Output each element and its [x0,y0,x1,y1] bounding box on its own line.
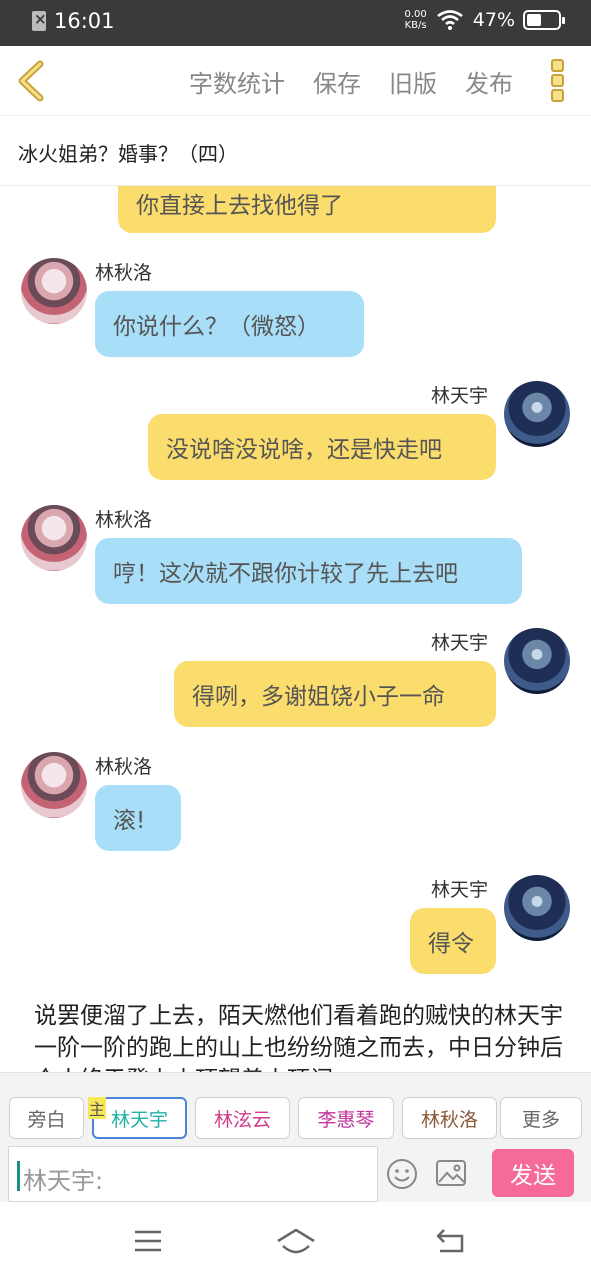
app-root: 16:01 0.00 KB/s 47% 字数统计 保存 旧版 [0,0,591,1280]
editor-toolbar: 字数统计 保存 旧版 发布 [0,46,591,116]
status-bar: 16:01 0.00 KB/s 47% [0,0,591,46]
publish-button[interactable]: 发布 [465,64,513,99]
status-right: 0.00 KB/s 47% [405,9,565,31]
text-cursor [17,1161,20,1191]
status-time: 16:01 [54,9,115,33]
role-chip-li-huiqin[interactable]: 李惠琴 [298,1097,394,1139]
wifi-icon [436,10,463,30]
system-nav-bar [0,1202,591,1280]
sender-name: 林天宇 [431,879,489,901]
emoji-icon[interactable] [386,1158,418,1190]
sender-name: 林秋洛 [95,756,153,778]
word-count-button[interactable]: 字数统计 [189,64,285,99]
role-chip-label: 旁白 [27,1108,66,1131]
battery-icon [523,10,565,30]
battery-percent: 47% [472,9,515,31]
message-text: 你直接上去找他得了 [136,192,343,219]
more-menu-icon[interactable] [551,59,567,105]
story-title[interactable]: 冰火姐弟？婚事？（四） [18,138,238,167]
message-text: 哼！这次就不跟你计较了先上去吧 [113,561,458,587]
role-chip-lin-xuanyun[interactable]: 林泫云 [195,1097,290,1139]
chat-area[interactable]: 你直接上去找他得了 林秋洛 你说什么？（微怒） 林天宇 没说啥没说啥，还是快走吧… [0,186,591,1072]
chat-bubble[interactable]: 得令 [410,908,496,974]
toolbar-actions: 字数统计 保存 旧版 发布 [161,64,513,99]
message-input[interactable]: 林天宇: [8,1146,378,1202]
avatar[interactable] [504,381,570,447]
chat-bubble[interactable]: 没说啥没说啥，还是快走吧 [148,414,496,480]
message-text: 得咧，多谢姐饶小子一命 [192,684,445,710]
main-character-badge: 主 [88,1097,106,1119]
back-arrow-icon[interactable] [14,58,50,104]
role-chip-narrator[interactable]: 旁白 [9,1097,84,1139]
network-speed-value: 0.00 [404,9,427,20]
back-nav-icon[interactable] [434,1228,466,1254]
network-speed: 0.00 KB/s [405,9,427,31]
role-chip-lin-qiuluo[interactable]: 林秋洛 [402,1097,497,1139]
message-text: 得令 [428,931,474,957]
role-chip-label: 林泫云 [213,1108,271,1131]
old-version-button[interactable]: 旧版 [389,64,437,99]
chat-bubble[interactable]: 你说什么？（微怒） [95,291,364,357]
save-button[interactable]: 保存 [313,64,361,99]
role-chip-label: 林秋洛 [420,1108,478,1131]
role-chip-lin-tianyu[interactable]: 林天宇 [92,1097,187,1139]
chat-bubble[interactable]: 你直接上去找他得了 [118,186,496,233]
role-chip-label: 李惠琴 [317,1108,375,1131]
status-left: 16:01 [32,9,115,33]
avatar[interactable] [21,258,87,324]
message-text: 没说啥没说啥，还是快走吧 [166,437,442,463]
home-icon[interactable] [275,1228,317,1256]
role-chip-more[interactable]: 更多 [500,1097,582,1139]
avatar[interactable] [21,752,87,818]
avatar[interactable] [504,628,570,694]
sender-name: 林天宇 [431,632,489,654]
role-chip-label: 林天宇 [110,1108,168,1131]
chat-bubble[interactable]: 滚! [95,785,181,851]
sender-name: 林秋洛 [95,262,153,284]
message-text: 滚! [113,808,146,834]
sender-name: 林天宇 [431,385,489,407]
sender-name: 林秋洛 [95,509,153,531]
send-button[interactable]: 发送 [492,1149,574,1197]
network-speed-unit: KB/s [404,20,427,31]
no-sim-icon [32,10,47,31]
chat-bubble[interactable]: 得咧，多谢姐饶小子一命 [174,661,496,727]
image-icon[interactable] [435,1158,467,1188]
role-chip-label: 更多 [521,1108,560,1131]
avatar[interactable] [504,875,570,941]
menu-icon[interactable] [133,1228,163,1254]
avatar[interactable] [21,505,87,571]
chat-bubble[interactable]: 哼！这次就不跟你计较了先上去吧 [95,538,522,604]
message-text: 你说什么？（微怒） [113,314,320,340]
message-input-placeholder: 林天宇: [23,1167,104,1195]
